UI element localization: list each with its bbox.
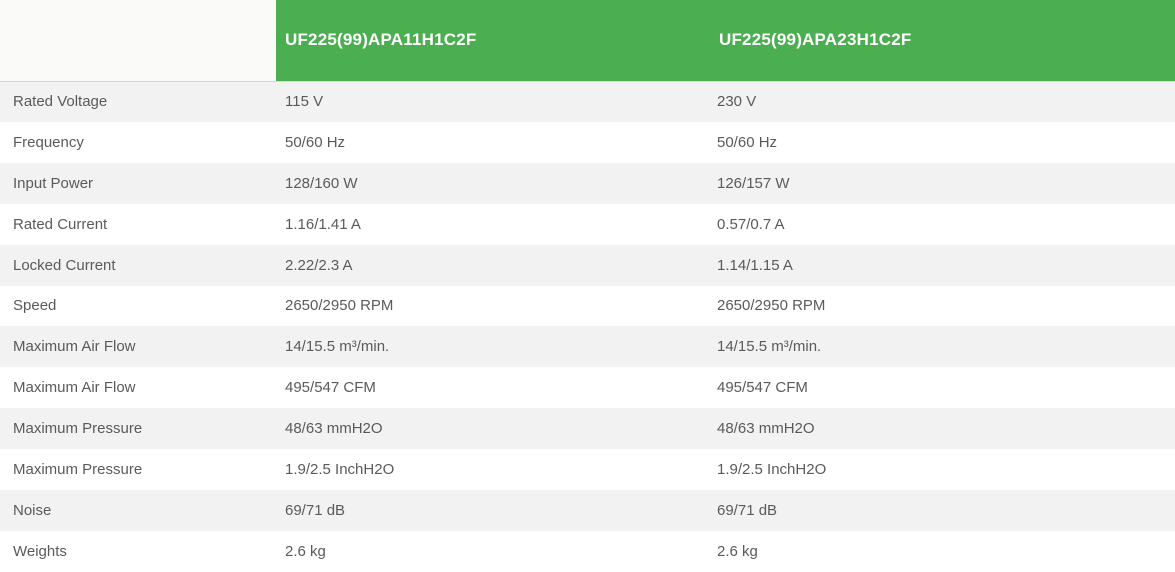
value-cell-apa23: 0.57/0.7 A bbox=[717, 215, 785, 233]
value-cell-apa23: 14/15.5 m³/min. bbox=[717, 338, 822, 356]
value-cell-apa11: 48/63 mmH2O bbox=[285, 420, 383, 438]
row-label: Maximum Pressure bbox=[13, 461, 143, 479]
spec-row: Noise 69/71 dB 69/71 dB bbox=[0, 490, 1175, 531]
value-cell-apa11: 2650/2950 RPM bbox=[285, 297, 394, 315]
spec-row: Locked Current 2.22/2.3 A 1.14/1.15 A bbox=[0, 244, 1175, 286]
product-spec-table: UF225(99)APA11H1C2F UF225(99)APA23H1C2F … bbox=[0, 0, 1175, 572]
spec-row: Frequency 50/60 Hz 50/60 Hz bbox=[0, 121, 1175, 163]
spec-row: Input Power 128/160 W 126/157 W bbox=[0, 162, 1175, 204]
spec-row: Rated Current 1.16/1.41 A 0.57/0.7 A bbox=[0, 203, 1175, 245]
spec-row: Maximum Pressure 48/63 mmH2O 48/63 mmH2O bbox=[0, 408, 1175, 450]
value-cell-apa11: 128/160 W bbox=[285, 174, 358, 192]
header-model-apa11: UF225(99)APA11H1C2F bbox=[276, 0, 710, 81]
row-label: Frequency bbox=[13, 133, 84, 151]
header-row: UF225(99)APA11H1C2F UF225(99)APA23H1C2F bbox=[0, 0, 1175, 82]
value-cell-apa11: 1.9/2.5 InchH2O bbox=[285, 461, 395, 479]
row-label: Locked Current bbox=[13, 256, 116, 274]
row-label: Maximum Air Flow bbox=[13, 338, 136, 356]
spec-row: Maximum Pressure 1.9/2.5 InchH2O 1.9/2.5 I… bbox=[0, 449, 1175, 491]
value-cell-apa23: 230 V bbox=[710, 80, 1175, 122]
value-cell-apa11: 115 V bbox=[276, 80, 710, 122]
row-label: Input Power bbox=[13, 174, 94, 192]
row-label: Speed bbox=[13, 297, 57, 315]
spec-page: UF225(99)APA11H1C2F UF225(99)APA23H1C2F … bbox=[0, 0, 1175, 572]
row-label: Noise bbox=[13, 502, 52, 520]
value-cell-apa23: 69/71 dB bbox=[717, 502, 778, 520]
value-cell-apa11: 2.22/2.3 A bbox=[285, 256, 353, 274]
value-cell-apa23: 50/60 Hz bbox=[717, 133, 778, 151]
row-label: Rated Voltage bbox=[0, 80, 276, 122]
value-cell-apa23: 126/157 W bbox=[717, 174, 790, 192]
spec-row: Rated Voltage 115 V 230 V bbox=[0, 80, 1175, 122]
row-label: Weights bbox=[13, 542, 67, 560]
value-cell-apa23: 2650/2950 RPM bbox=[717, 297, 826, 315]
value-cell-apa23: 1.9/2.5 InchH2O bbox=[717, 461, 827, 479]
header-blank-cell bbox=[0, 0, 276, 82]
row-label: Maximum Air Flow bbox=[13, 379, 136, 397]
value-cell-apa23: 495/547 CFM bbox=[717, 379, 808, 397]
row-label: Rated Current bbox=[13, 215, 108, 233]
header-model-apa23: UF225(99)APA23H1C2F bbox=[710, 0, 1175, 81]
value-cell-apa23: 2.6 kg bbox=[717, 542, 758, 560]
value-cell-apa11: 69/71 dB bbox=[285, 502, 346, 520]
value-cell-apa11: 2.6 kg bbox=[285, 542, 326, 560]
value-cell-apa23: 48/63 mmH2O bbox=[717, 420, 815, 438]
spec-table-body: Rated Voltage 115 V 230 V Frequency 50/60 Hz… bbox=[0, 80, 1175, 572]
spec-row: Speed 2650/2950 RPM 2650/2950 RPM bbox=[0, 285, 1175, 327]
row-label: Maximum Pressure bbox=[13, 420, 143, 438]
value-cell-apa11: 14/15.5 m³/min. bbox=[285, 338, 390, 356]
value-cell-apa11: 50/60 Hz bbox=[285, 133, 346, 151]
value-cell-apa11: 495/547 CFM bbox=[285, 379, 376, 397]
value-cell-apa11: 1.16/1.41 A bbox=[285, 215, 361, 233]
spec-row: Weights 2.6 kg 2.6 kg bbox=[0, 530, 1175, 572]
spec-row: Maximum Air Flow 14/15.5 m³/min. 14/15.5 m… bbox=[0, 326, 1175, 368]
spec-row: Maximum Air Flow 495/547 CFM 495/547 CFM bbox=[0, 367, 1175, 409]
value-cell-apa23: 1.14/1.15 A bbox=[717, 256, 793, 274]
